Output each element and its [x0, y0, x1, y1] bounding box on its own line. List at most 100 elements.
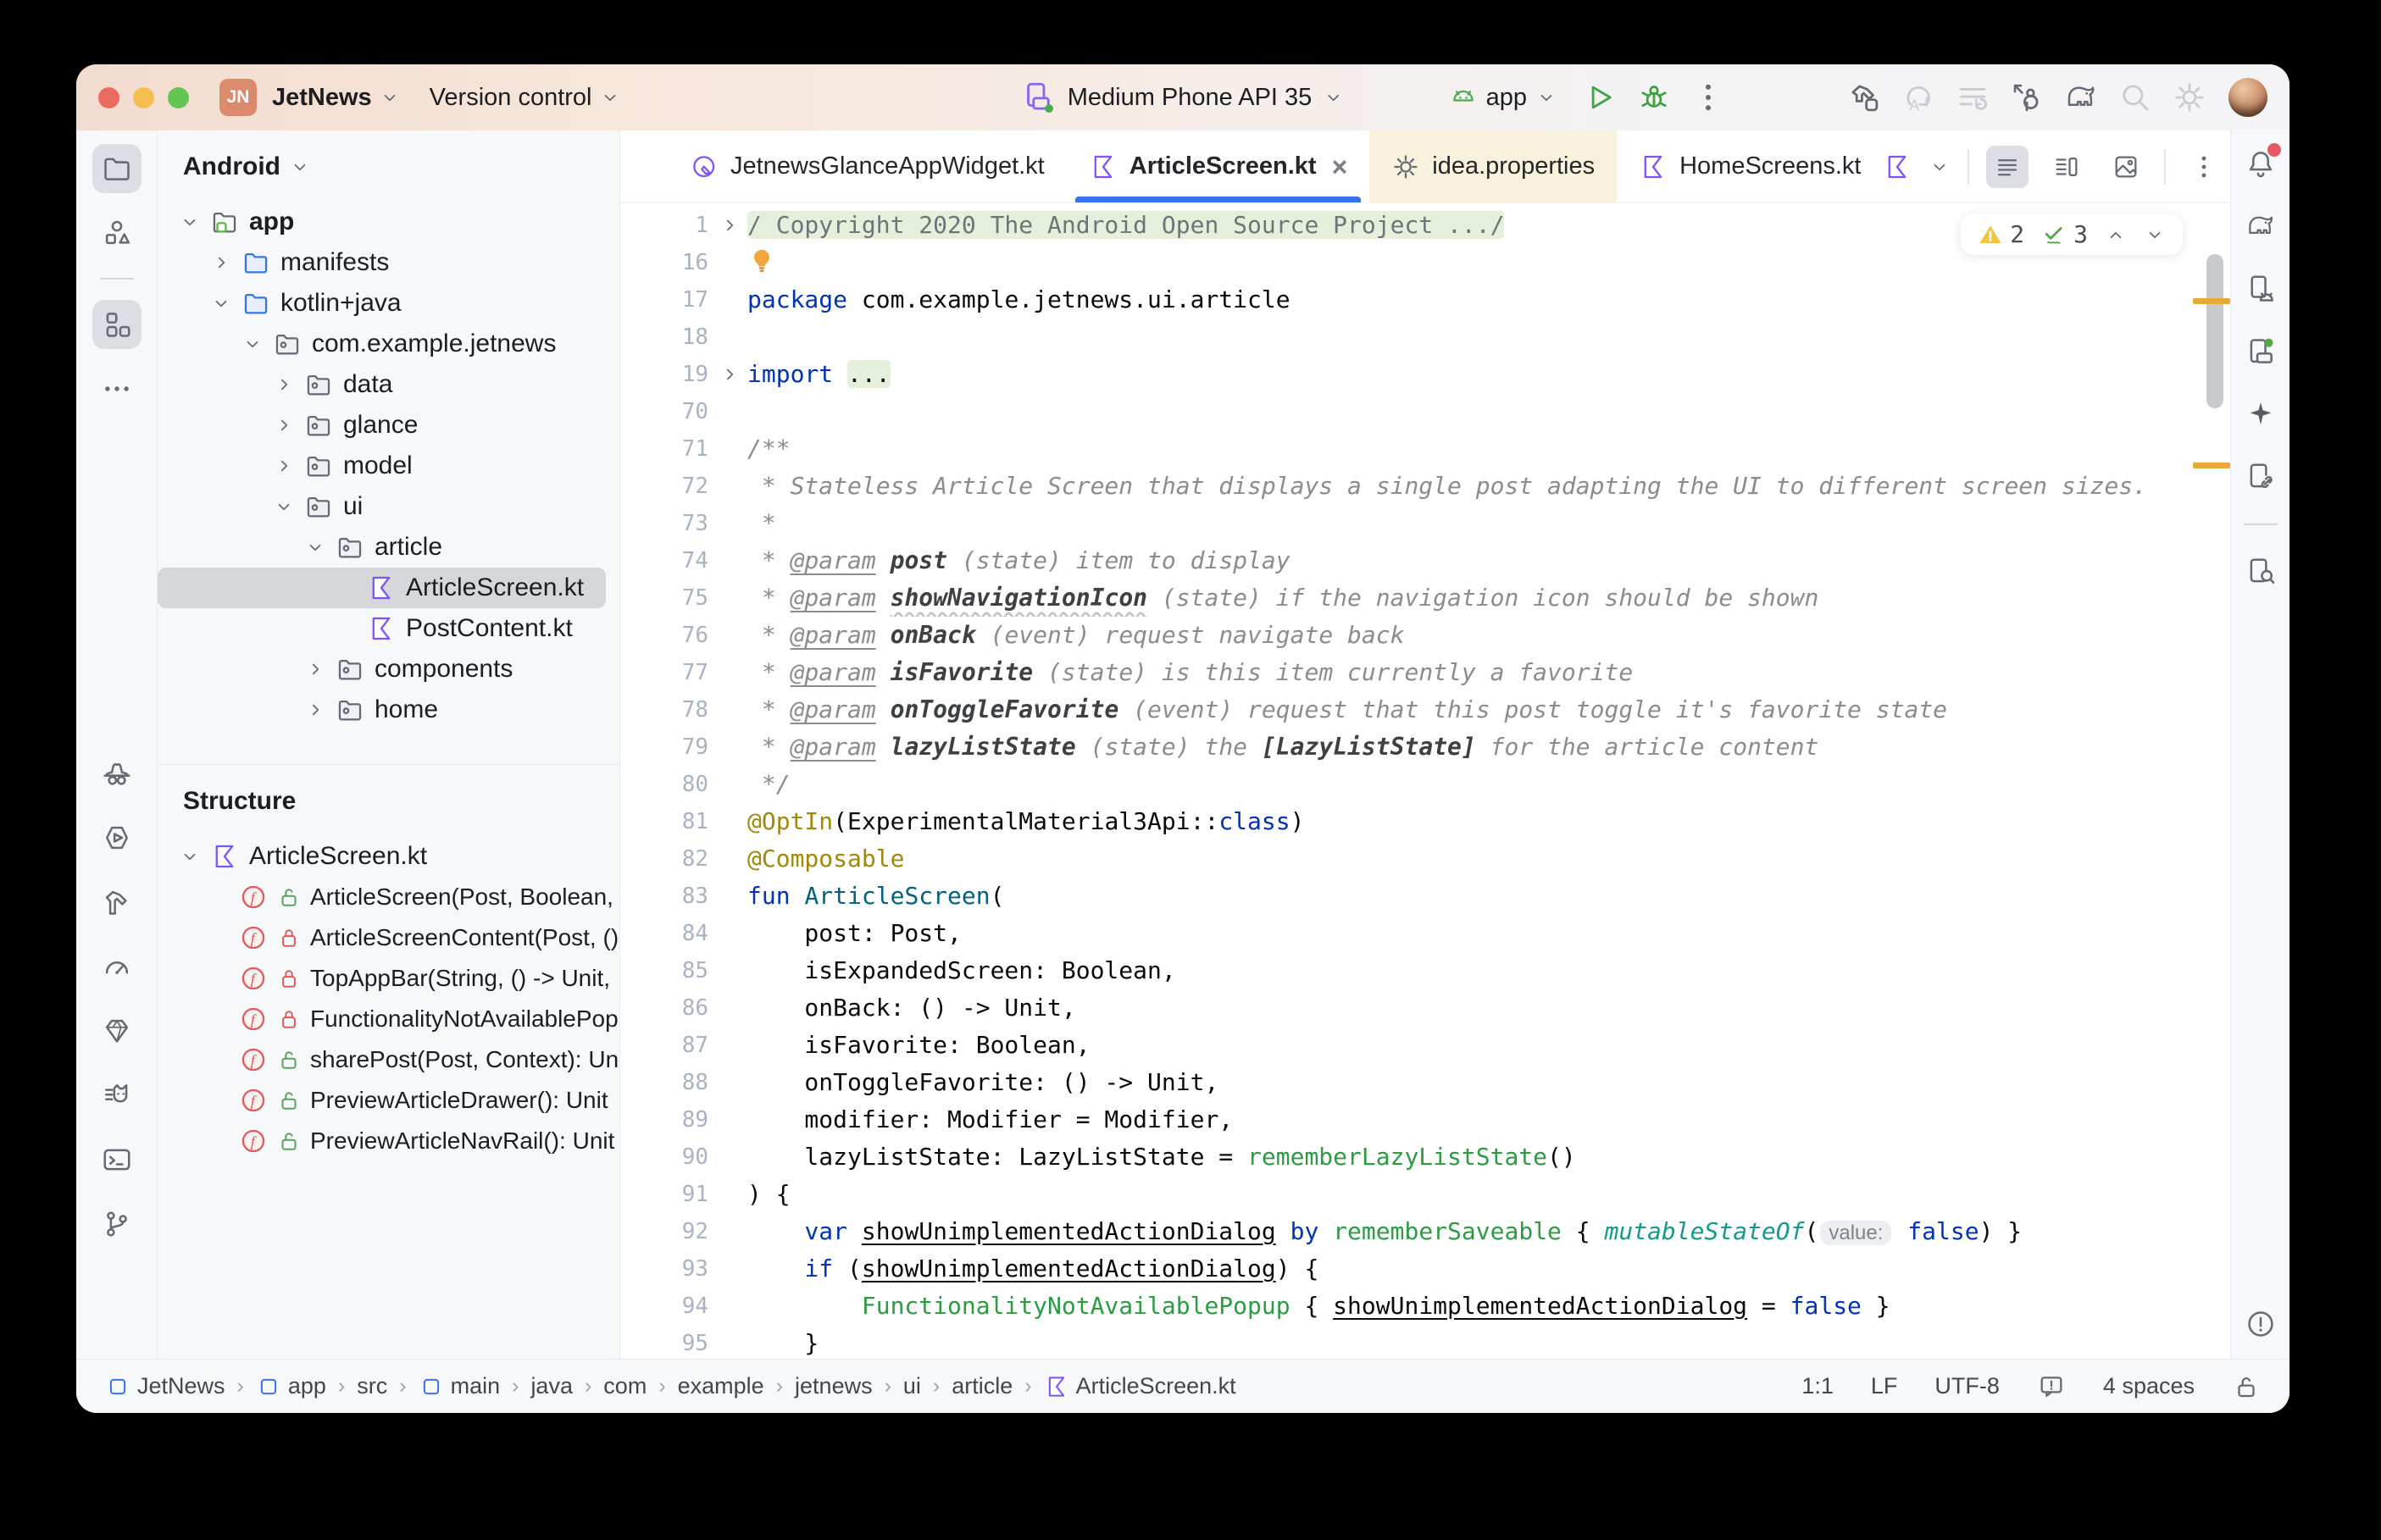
tree-item-components[interactable]: components — [158, 649, 619, 690]
code-text[interactable]: isExpandedScreen: Boolean, — [747, 952, 2230, 989]
build-tool-button[interactable] — [92, 878, 142, 927]
structure-item-sharePost[interactable]: fsharePost(Post, Context): Un — [158, 1039, 619, 1080]
close-window-button[interactable] — [98, 87, 119, 108]
encoding-widget[interactable]: UTF-8 — [1934, 1373, 2000, 1399]
tree-item-article[interactable]: article — [158, 527, 619, 568]
tree-item-ArticleScreen-kt[interactable]: ArticleScreen.kt — [158, 568, 606, 608]
code-text[interactable]: } — [747, 1325, 2230, 1359]
run-button[interactable] — [1578, 75, 1622, 119]
project-panel-header[interactable]: Android — [158, 130, 619, 190]
notification-bubble-icon[interactable] — [2037, 1372, 2066, 1401]
prev-problem-icon[interactable] — [2105, 224, 2127, 246]
profiler-tool-button[interactable] — [92, 942, 142, 991]
tab-HomeScreens-kt[interactable]: HomeScreens.kt — [1617, 130, 1883, 202]
tree-item-glance[interactable]: glance — [158, 405, 619, 446]
tree-item-kotlin-java[interactable]: kotlin+java — [158, 283, 619, 324]
tree-item-app[interactable]: app — [158, 202, 619, 242]
structure-item-ArticleScreen[interactable]: fArticleScreen(Post, Boolean, — [158, 877, 619, 917]
code-text[interactable]: * @param lazyListState (state) the [Lazy… — [747, 728, 2230, 766]
structure-tool-button[interactable] — [92, 300, 142, 349]
breadcrumb-item-app[interactable]: app — [256, 1373, 326, 1399]
breadcrumb-item-src[interactable]: src — [357, 1373, 387, 1399]
code-text[interactable]: * @param onToggleFavorite (event) reques… — [747, 691, 2230, 728]
code-text[interactable]: onBack: () -> Unit, — [747, 989, 2230, 1027]
run-tool-button[interactable] — [92, 813, 142, 862]
user-avatar[interactable] — [2228, 78, 2267, 117]
preview-button[interactable] — [2105, 146, 2147, 188]
tab-JetnewsGlanceAppWidget-kt[interactable]: JetnewsGlanceAppWidget.kt — [668, 130, 1067, 202]
breadcrumb-item-ArticleScreen-kt[interactable]: ArticleScreen.kt — [1044, 1373, 1236, 1399]
attach-debugger-button[interactable] — [2005, 75, 2049, 119]
tree-item-model[interactable]: model — [158, 446, 619, 486]
structure-item-TopAppBar[interactable]: fTopAppBar(String, () -> Unit, — [158, 958, 619, 999]
device-mirroring-button[interactable] — [2239, 456, 2282, 498]
minimize-window-button[interactable] — [133, 87, 154, 108]
logcat-button[interactable] — [92, 1071, 142, 1120]
code-text[interactable]: isFavorite: Boolean, — [747, 1027, 2230, 1064]
code-text[interactable]: fun ArticleScreen( — [747, 878, 2230, 915]
inspection-passed[interactable]: 3 — [2041, 220, 2088, 248]
code-text[interactable]: onToggleFavorite: () -> Unit, — [747, 1064, 2230, 1101]
file-switcher-chevron-icon[interactable] — [1929, 156, 1951, 178]
breadcrumb-item-java[interactable]: java — [530, 1373, 573, 1399]
tree-item-com-example-jetnews[interactable]: com.example.jetnews — [158, 324, 619, 364]
code-text[interactable]: * @param onBack (event) request navigate… — [747, 617, 2230, 654]
coverage-button[interactable] — [1951, 75, 1995, 119]
inspection-warnings[interactable]: 2 — [1978, 220, 2024, 248]
intention-bulb-icon[interactable] — [747, 247, 776, 275]
breadcrumb-item-com[interactable]: com — [603, 1373, 647, 1399]
breadcrumb-item-ui[interactable]: ui — [903, 1373, 921, 1399]
device-selector[interactable]: Medium Phone API 35 — [1022, 80, 1345, 115]
app-inspection-button[interactable] — [92, 749, 142, 798]
run-config-selector[interactable]: app — [1449, 83, 1557, 112]
code-text[interactable]: @OptIn(ExperimentalMaterial3Api::class) — [747, 803, 2230, 840]
more-actions-button[interactable] — [1686, 75, 1730, 119]
gemini-button[interactable] — [2239, 393, 2282, 435]
code-text[interactable]: ) { — [747, 1176, 2230, 1213]
settings-button[interactable] — [2167, 75, 2212, 119]
gradle-sync-button[interactable] — [2059, 75, 2103, 119]
tree-item-home[interactable]: home — [158, 690, 619, 730]
code-text[interactable]: if (showUnimplementedActionDialog) { — [747, 1250, 2230, 1288]
device-explorer-button[interactable] — [2239, 551, 2282, 593]
code-text[interactable]: * @param showNavigationIcon (state) if t… — [747, 579, 2230, 617]
structure-root-ArticleScreen-kt[interactable]: ArticleScreen.kt — [158, 836, 619, 877]
indent-widget[interactable]: 4 spaces — [2103, 1373, 2195, 1399]
code-text[interactable]: /** — [747, 430, 2230, 468]
zoom-window-button[interactable] — [168, 87, 189, 108]
split-view-button[interactable] — [2045, 146, 2088, 188]
breadcrumb-item-JetNews[interactable]: JetNews — [105, 1373, 225, 1399]
project-widget[interactable]: JetNews — [272, 84, 401, 112]
structure-item-ArticleScreenContent[interactable]: fArticleScreenContent(Post, () — [158, 917, 619, 958]
tree-item-ui[interactable]: ui — [158, 486, 619, 527]
unlock-icon[interactable] — [2232, 1372, 2261, 1401]
build-button[interactable] — [1842, 75, 1886, 119]
profiler-button[interactable]: A — [1896, 75, 1940, 119]
code-text[interactable]: var showUnimplementedActionDialog by rem… — [747, 1213, 2230, 1250]
tree-item-PostContent-kt[interactable]: PostContent.kt — [158, 608, 619, 649]
structure-item-PreviewArticleDrawer[interactable]: fPreviewArticleDrawer(): Unit — [158, 1080, 619, 1121]
project-tool-button[interactable] — [92, 144, 142, 193]
tab-idea-properties[interactable]: idea.properties — [1369, 130, 1617, 202]
breadcrumb-item-article[interactable]: article — [952, 1373, 1013, 1399]
structure-item-FunctionalityNotAvailablePop[interactable]: fFunctionalityNotAvailablePop — [158, 999, 619, 1039]
editor-view-button[interactable] — [1986, 146, 2029, 188]
tree-item-data[interactable]: data — [158, 364, 619, 405]
app-quality-insights-button[interactable] — [92, 1006, 142, 1055]
search-everywhere-button[interactable] — [2113, 75, 2157, 119]
device-manager-button[interactable] — [2239, 268, 2282, 310]
code-text[interactable]: lazyListState: LazyListState = rememberL… — [747, 1138, 2230, 1176]
tree-item-manifests[interactable]: manifests — [158, 242, 619, 283]
code-text[interactable] — [747, 393, 2230, 430]
problems-button[interactable] — [2239, 1303, 2282, 1345]
running-devices-button[interactable] — [2239, 330, 2282, 373]
more-tool-windows-button[interactable] — [92, 364, 142, 413]
gradle-button[interactable] — [2239, 205, 2282, 247]
code-text[interactable] — [747, 319, 2230, 356]
code-text[interactable]: * Stateless Article Screen that displays… — [747, 468, 2230, 505]
version-control-tool-button[interactable] — [92, 1199, 142, 1249]
structure-item-PreviewArticleNavRail[interactable]: fPreviewArticleNavRail(): Unit — [158, 1121, 619, 1161]
code-text[interactable]: import ... — [747, 356, 2230, 393]
cursor-position-widget[interactable]: 1:1 — [1801, 1373, 1834, 1399]
code-editor[interactable]: 1/ Copyright 2020 The Android Open Sourc… — [620, 203, 2230, 1359]
